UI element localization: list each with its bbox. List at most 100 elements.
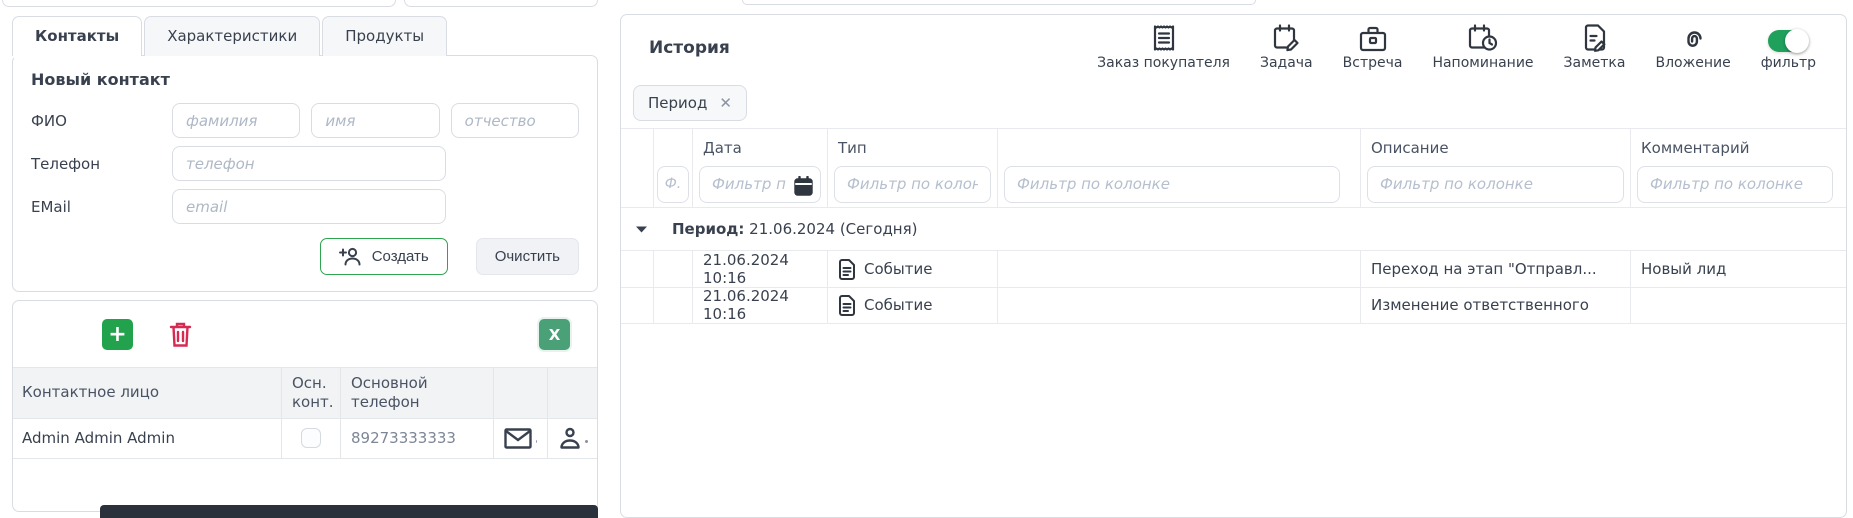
row-comment xyxy=(1631,287,1846,324)
meeting-label: Встреча xyxy=(1343,55,1403,71)
customer-order-button[interactable]: Заказ покупателя xyxy=(1097,22,1230,71)
contact-phone: 89273333333 xyxy=(341,419,494,459)
filter-toggle-item[interactable]: фильтр xyxy=(1761,22,1816,71)
type-filter-input[interactable] xyxy=(834,166,991,203)
document-icon xyxy=(838,295,856,316)
col-person-action xyxy=(548,367,598,419)
attachment-button[interactable]: Вложение xyxy=(1655,22,1730,71)
file-pencil-icon xyxy=(1583,22,1607,52)
cutoff-input-top-right xyxy=(742,0,1256,5)
receipt-icon xyxy=(1151,22,1177,52)
group-row-period[interactable]: Период: 21.06.2024 (Сегодня) xyxy=(621,208,1846,251)
chip-close-icon[interactable]: ✕ xyxy=(719,94,732,112)
contact-persons-table: Контактное лицо Осн. конт. Основной теле… xyxy=(12,367,598,459)
row-description: Переход на этап "Отправл... xyxy=(1361,251,1631,288)
col-date[interactable]: Дата xyxy=(693,129,828,161)
email-field[interactable] xyxy=(172,189,446,224)
document-icon xyxy=(838,259,856,280)
calendar-clock-icon xyxy=(1468,22,1498,52)
fio-label: ФИО xyxy=(31,112,172,130)
history-row[interactable]: 21.06.2024 10:16 Событие Переход на этап… xyxy=(621,251,1846,287)
filter-toggle-on[interactable] xyxy=(1768,30,1808,52)
export-excel-button[interactable]: X xyxy=(539,319,570,350)
caret-down-icon[interactable] xyxy=(635,225,648,234)
history-row[interactable]: 21.06.2024 10:16 Событие Изменение ответ… xyxy=(621,287,1846,323)
person-plus-icon xyxy=(339,247,363,266)
clear-form-button[interactable]: Очистить xyxy=(476,238,579,275)
customer-order-label: Заказ покупателя xyxy=(1097,55,1230,71)
reminder-button[interactable]: Напоминание xyxy=(1432,22,1533,71)
new-contact-title: Новый контакт xyxy=(31,70,579,89)
extra-filter-input[interactable] xyxy=(1004,166,1340,203)
add-contact-person-button[interactable] xyxy=(102,319,133,350)
note-label: Заметка xyxy=(1564,55,1626,71)
briefcase-icon xyxy=(1359,22,1387,52)
tab-contacts[interactable]: Контакты xyxy=(12,16,142,56)
delete-contact-person-button[interactable] xyxy=(165,319,196,350)
cutoff-input-top-left xyxy=(2,0,396,7)
contact-person-row[interactable]: Admin Admin Admin 89273333333 xyxy=(12,419,598,459)
comment-filter-input[interactable] xyxy=(1637,166,1833,203)
note-button[interactable]: Заметка xyxy=(1564,22,1626,71)
send-email-action[interactable] xyxy=(494,419,548,459)
row-date: 21.06.2024 10:16 xyxy=(693,251,828,288)
bottom-tooltip-bar xyxy=(100,505,598,518)
firstname-field[interactable] xyxy=(311,103,439,138)
calendar-icon[interactable] xyxy=(794,176,813,196)
left-tab-bar: Контакты Характеристики Продукты xyxy=(12,15,598,56)
phone-field[interactable] xyxy=(172,146,446,181)
tab-characteristics[interactable]: Характеристики xyxy=(144,16,320,56)
col-flag xyxy=(654,129,693,161)
history-table: Дата Тип Описание Комментарий Ф. xyxy=(621,128,1846,323)
col-comment[interactable]: Комментарий xyxy=(1631,129,1846,161)
history-title: История xyxy=(649,38,730,58)
col-extra xyxy=(998,129,1361,161)
col-contact-person[interactable]: Контактное лицо xyxy=(12,367,282,419)
trash-icon xyxy=(169,321,192,348)
phone-label: Телефон xyxy=(31,155,172,173)
contact-name: Admin Admin Admin xyxy=(12,419,282,459)
col-type[interactable]: Тип xyxy=(828,129,998,161)
group-row-value: 21.06.2024 (Сегодня) xyxy=(744,220,917,238)
period-chip-label: Период xyxy=(648,94,707,112)
row-type: Событие xyxy=(864,260,932,278)
cutoff-input-top-mid xyxy=(404,0,598,7)
col-main-contact[interactable]: Осн. конт. xyxy=(282,367,341,419)
description-filter-input[interactable] xyxy=(1367,166,1624,203)
clear-form-label: Очистить xyxy=(495,248,560,265)
row-comment: Новый лид xyxy=(1631,251,1846,288)
col-main-phone[interactable]: Основной телефон xyxy=(341,367,494,419)
tab-products[interactable]: Продукты xyxy=(322,16,447,56)
open-person-action[interactable] xyxy=(548,419,598,459)
contact-persons-card: X Контактное лицо Осн. конт. Основной те… xyxy=(12,300,598,512)
create-contact-label: Создать xyxy=(372,248,429,265)
main-contact-checkbox[interactable] xyxy=(301,428,321,448)
task-label: Задача xyxy=(1260,55,1313,71)
history-toolbar: Заказ покупателя Задача Встреча xyxy=(1097,22,1816,71)
reminder-label: Напоминание xyxy=(1432,55,1533,71)
calendar-pencil-icon xyxy=(1273,22,1300,52)
filter-toggle-label: фильтр xyxy=(1761,55,1816,71)
meeting-button[interactable]: Встреча xyxy=(1343,22,1403,71)
contacts-panel: Контакты Характеристики Продукты Новый к… xyxy=(12,15,598,512)
row-description: Изменение ответственного xyxy=(1361,287,1631,324)
attachment-label: Вложение xyxy=(1655,55,1730,71)
create-contact-button[interactable]: Создать xyxy=(320,238,448,275)
group-row-label: Период: xyxy=(672,220,744,238)
envelope-icon xyxy=(504,428,532,449)
person-icon xyxy=(559,427,581,450)
row-date: 21.06.2024 10:16 xyxy=(693,287,828,324)
col-description[interactable]: Описание xyxy=(1361,129,1631,161)
col-expander xyxy=(621,129,654,161)
period-filter-chip[interactable]: Период ✕ xyxy=(633,85,747,121)
paperclip-icon xyxy=(1678,22,1708,52)
row-type: Событие xyxy=(864,296,932,314)
email-label: EMail xyxy=(31,198,172,216)
flag-filter-input[interactable]: Ф. xyxy=(657,166,689,203)
new-contact-card: Новый контакт ФИО Телефон EMail xyxy=(12,55,598,292)
task-button[interactable]: Задача xyxy=(1260,22,1313,71)
col-email-action xyxy=(494,367,548,419)
lastname-field[interactable] xyxy=(172,103,300,138)
middlename-field[interactable] xyxy=(451,103,579,138)
history-panel: История Заказ покупателя Задача xyxy=(620,14,1847,518)
